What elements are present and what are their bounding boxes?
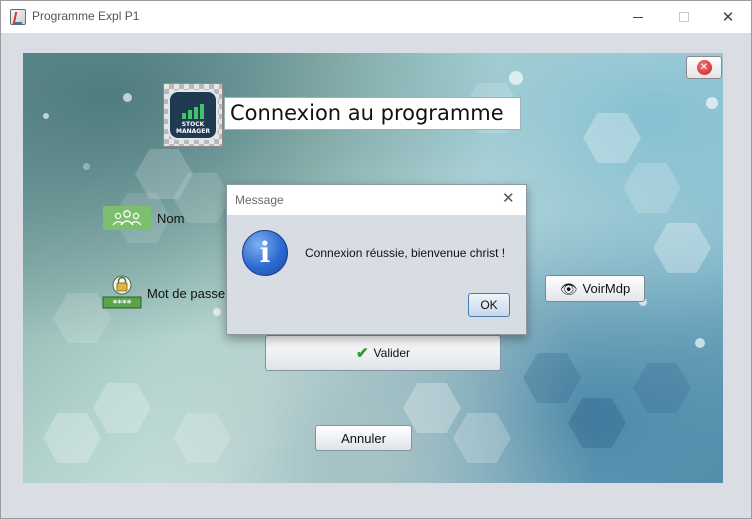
- window-titlebar: Programme Expl P1 ✕: [1, 1, 751, 33]
- dialog-titlebar: Message ✕: [227, 185, 526, 215]
- checkmark-icon: ✔: [355, 345, 369, 362]
- chart-bars-icon: [182, 103, 204, 119]
- maximize-icon: [679, 12, 689, 22]
- voir-mdp-label: VoirMdp: [582, 281, 631, 296]
- close-icon: ✕: [721, 8, 735, 26]
- dialog-title: Message: [235, 193, 284, 207]
- mot-de-passe-label: Mot de passe: [147, 286, 226, 301]
- app-window: Programme Expl P1 ✕ STOCK MANAGER Connex…: [0, 0, 752, 519]
- nom-label: Nom: [157, 211, 185, 226]
- svg-text:****: ****: [113, 299, 132, 309]
- logo-text: STOCK MANAGER: [176, 121, 210, 135]
- eye-icon: 👁: [559, 280, 578, 297]
- valider-button[interactable]: ✔ Valider: [265, 335, 501, 371]
- valider-label: Valider: [373, 346, 411, 360]
- dialog-message: Connexion réussie, bienvenue christ !: [305, 246, 506, 260]
- window-title: Programme Expl P1: [32, 9, 140, 23]
- window-close-button[interactable]: ✕: [705, 1, 751, 33]
- red-close-icon: ✕: [696, 60, 712, 75]
- minimize-button[interactable]: [615, 1, 661, 33]
- logo-emblem: STOCK MANAGER: [168, 90, 218, 140]
- program-title-field[interactable]: Connexion au programme: [224, 97, 521, 130]
- close-app-button[interactable]: ✕: [686, 56, 722, 79]
- dialog-close-icon[interactable]: ✕: [502, 189, 515, 207]
- stock-manager-logo: STOCK MANAGER: [163, 83, 223, 147]
- java-app-icon: [10, 9, 26, 25]
- users-icon: [103, 206, 151, 230]
- ok-button[interactable]: OK: [468, 293, 510, 317]
- info-icon: i: [242, 230, 288, 276]
- maximize-button[interactable]: [661, 1, 707, 33]
- password-lock-icon: ****: [102, 275, 142, 309]
- message-dialog: Message ✕ i Connexion réussie, bienvenue…: [226, 184, 527, 335]
- annuler-button[interactable]: Annuler: [315, 425, 412, 451]
- voir-mdp-button[interactable]: 👁 VoirMdp: [545, 275, 645, 302]
- minimize-icon: [633, 16, 643, 18]
